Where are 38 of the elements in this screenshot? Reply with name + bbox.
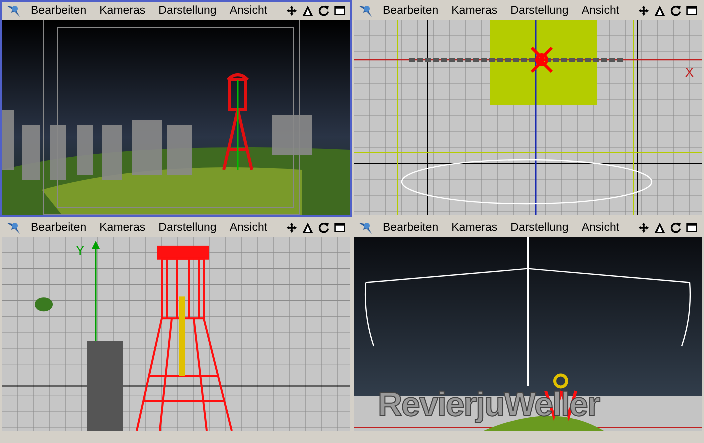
menu-item[interactable]: Ansicht xyxy=(230,5,268,17)
pin-icon[interactable] xyxy=(6,4,22,18)
pin-icon[interactable] xyxy=(358,4,374,18)
menu-item[interactable]: Kameras xyxy=(100,5,146,17)
menu-item[interactable]: Ansicht xyxy=(582,5,620,17)
menu-item[interactable]: Darstellung xyxy=(510,5,569,17)
rotate-icon[interactable] xyxy=(670,222,682,234)
move-icon[interactable] xyxy=(286,222,298,234)
rotate-icon[interactable] xyxy=(318,5,330,17)
menu-item[interactable]: Bearbeiten xyxy=(383,5,439,17)
triangle-icon[interactable] xyxy=(654,5,666,17)
rotate-icon[interactable] xyxy=(318,222,330,234)
menu-item[interactable]: Ansicht xyxy=(582,222,620,234)
triangle-icon[interactable] xyxy=(654,222,666,234)
menu-item[interactable]: Bearbeiten xyxy=(31,222,87,234)
maximize-icon[interactable] xyxy=(334,5,346,17)
menu-item[interactable]: Kameras xyxy=(100,222,146,234)
menu-item[interactable]: Kameras xyxy=(452,222,498,234)
menu-item[interactable]: Bearbeiten xyxy=(383,222,439,234)
menu-item[interactable]: Ansicht xyxy=(230,222,268,234)
menu-item[interactable]: Kameras xyxy=(452,5,498,17)
pin-icon[interactable] xyxy=(6,221,22,235)
axis-label: Y xyxy=(76,243,85,258)
menu-item[interactable]: Darstellung xyxy=(158,222,217,234)
maximize-icon[interactable] xyxy=(334,222,346,234)
menu-item[interactable]: Darstellung xyxy=(158,5,217,17)
menu-item[interactable]: Darstellung xyxy=(510,222,569,234)
menu-item[interactable]: Bearbeiten xyxy=(31,5,87,17)
move-icon[interactable] xyxy=(286,5,298,17)
axis-label: X xyxy=(685,65,694,80)
maximize-icon[interactable] xyxy=(686,5,698,17)
move-icon[interactable] xyxy=(638,5,650,17)
maximize-icon[interactable] xyxy=(686,222,698,234)
triangle-icon[interactable] xyxy=(302,222,314,234)
rotate-icon[interactable] xyxy=(670,5,682,17)
pin-icon[interactable] xyxy=(358,221,374,235)
move-icon[interactable] xyxy=(638,222,650,234)
triangle-icon[interactable] xyxy=(302,5,314,17)
